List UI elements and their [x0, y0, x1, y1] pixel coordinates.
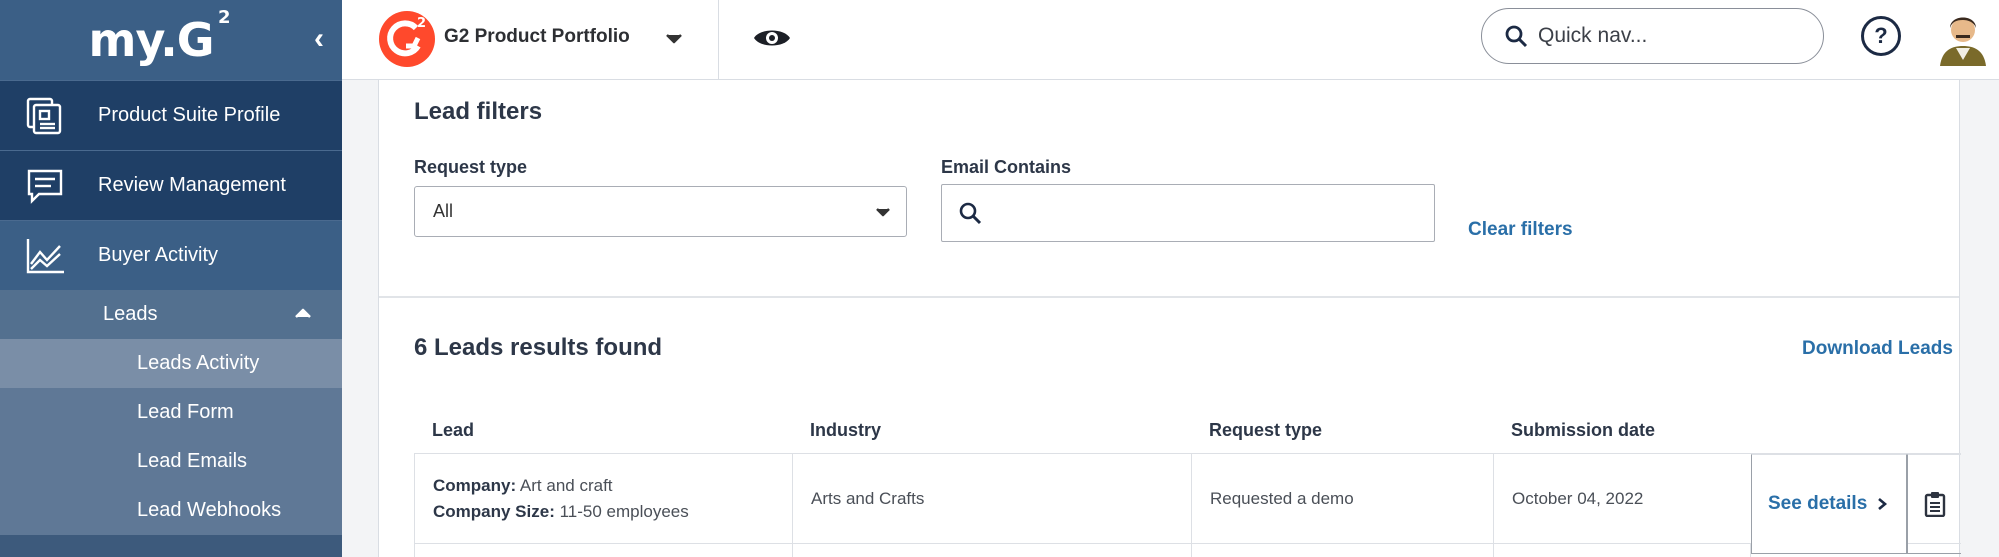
chevron-up-icon	[295, 308, 311, 318]
request-type-value: Requested a demo	[1210, 489, 1354, 508]
my-g2-logo[interactable]: my.G 2	[88, 7, 231, 67]
lead-cell: Company: Art and craft Company Size: 11-…	[415, 454, 793, 544]
industry-cell: Arts and Crafts	[793, 454, 1192, 544]
sidebar-item-lead-emails[interactable]: Lead Emails	[0, 437, 342, 486]
see-details-label: See details	[1768, 493, 1868, 514]
company-size-value: 11-50 employees	[559, 502, 689, 521]
sidebar: my.G 2 ‹ Product Suite Profile Review Man…	[0, 0, 342, 557]
table-cell	[415, 544, 793, 557]
clipboard-button[interactable]	[1907, 454, 1962, 554]
sidebar-item-label: Product Suite Profile	[98, 104, 281, 126]
sidebar-item-label: Lead Form	[137, 401, 234, 423]
submission-date-value: October 04, 2022	[1512, 489, 1644, 508]
table-cell	[793, 544, 1192, 557]
product-profile-icon	[22, 93, 68, 139]
request-type-select[interactable]: All	[414, 186, 907, 237]
chevron-right-icon	[1878, 498, 1888, 510]
clear-filters-link[interactable]: Clear filters	[1468, 219, 1573, 241]
brand-text: my.G	[88, 13, 215, 67]
leads-table: Lead Industry Request type Submission da…	[414, 406, 1962, 557]
column-header-request-type[interactable]: Request type	[1209, 420, 1322, 441]
chevron-down-icon	[876, 208, 890, 217]
section-divider	[379, 296, 1959, 298]
request-type-cell: Requested a demo	[1192, 454, 1494, 544]
industry-value: Arts and Crafts	[811, 489, 925, 508]
lead-filters-title: Lead filters	[414, 98, 543, 125]
sidebar-item-buyer-activity[interactable]: Buyer Activity	[0, 220, 342, 290]
submission-date-cell: October 04, 2022	[1494, 454, 1751, 544]
table-row: Company: Art and craft Company Size: 11-…	[414, 454, 1962, 554]
table-header: Lead Industry Request type Submission da…	[414, 406, 1961, 454]
line-chart-icon	[22, 233, 68, 279]
top-bar: 2 G2 Product Portfolio ?	[342, 0, 1999, 80]
avatar[interactable]	[1934, 8, 1992, 66]
g2-logo-icon[interactable]: 2	[378, 10, 436, 68]
sidebar-item-label: Buyer Activity	[98, 244, 219, 266]
table-cell	[1494, 544, 1751, 557]
collapse-sidebar-button[interactable]: ‹	[314, 22, 324, 56]
email-contains-field[interactable]	[941, 184, 1435, 242]
column-header-lead[interactable]: Lead	[432, 420, 474, 441]
download-leads-link[interactable]: Download Leads	[1802, 338, 1953, 360]
results-count-title: 6 Leads results found	[414, 334, 663, 361]
see-details-button[interactable]: See details	[1751, 454, 1907, 554]
main-content: Lead filters Request type All Email Cont…	[378, 80, 1962, 557]
request-type-label: Request type	[414, 157, 528, 177]
company-size-label: Company Size:	[433, 502, 555, 521]
email-contains-label: Email Contains	[941, 157, 1072, 177]
email-contains-input[interactable]	[994, 202, 1414, 224]
sidebar-item-leads-activity[interactable]: Leads Activity	[0, 339, 342, 388]
sidebar-item-label: Lead Webhooks	[137, 499, 282, 521]
search-icon	[1505, 25, 1528, 48]
eye-icon[interactable]	[752, 20, 792, 56]
sidebar-item-label: Review Management	[98, 174, 286, 196]
search-icon	[959, 202, 982, 225]
table-row	[414, 544, 1961, 557]
page-scrollbar[interactable]	[1961, 80, 1999, 557]
quick-nav-search[interactable]	[1481, 8, 1824, 64]
company-value: Art and craft	[519, 476, 613, 495]
sidebar-item-lead-webhooks[interactable]: Lead Webhooks	[0, 486, 342, 535]
column-header-submission-date[interactable]: Submission date	[1511, 420, 1655, 441]
company-size-line: Company Size: 11-50 employees	[433, 499, 689, 525]
sidebar-item-lead-form[interactable]: Lead Form	[0, 388, 342, 437]
brand-sup: 2	[217, 7, 230, 28]
help-button[interactable]: ?	[1861, 16, 1901, 56]
sidebar-item-label: Leads	[103, 303, 158, 325]
request-type-value: All	[433, 201, 454, 221]
brand-header: my.G 2 ‹	[0, 0, 342, 80]
sidebar-item-product-suite-profile[interactable]: Product Suite Profile	[0, 80, 342, 150]
column-header-industry[interactable]: Industry	[810, 420, 881, 441]
portfolio-title[interactable]: G2 Product Portfolio	[444, 26, 630, 48]
company-line: Company: Art and craft	[433, 473, 613, 499]
sidebar-item-leads[interactable]: Leads	[0, 290, 342, 339]
clipboard-icon	[1924, 492, 1945, 517]
company-label: Company:	[433, 476, 517, 495]
topbar-divider	[718, 0, 719, 80]
svg-text:2: 2	[417, 16, 426, 31]
sidebar-item-label: Leads Activity	[137, 352, 260, 374]
sidebar-item-review-management[interactable]: Review Management	[0, 150, 342, 220]
table-cell	[1192, 544, 1494, 557]
quick-nav-input[interactable]	[1538, 24, 1798, 48]
chat-icon	[22, 163, 68, 209]
chevron-down-icon[interactable]	[664, 28, 684, 48]
sidebar-item-label: Lead Emails	[137, 450, 248, 472]
